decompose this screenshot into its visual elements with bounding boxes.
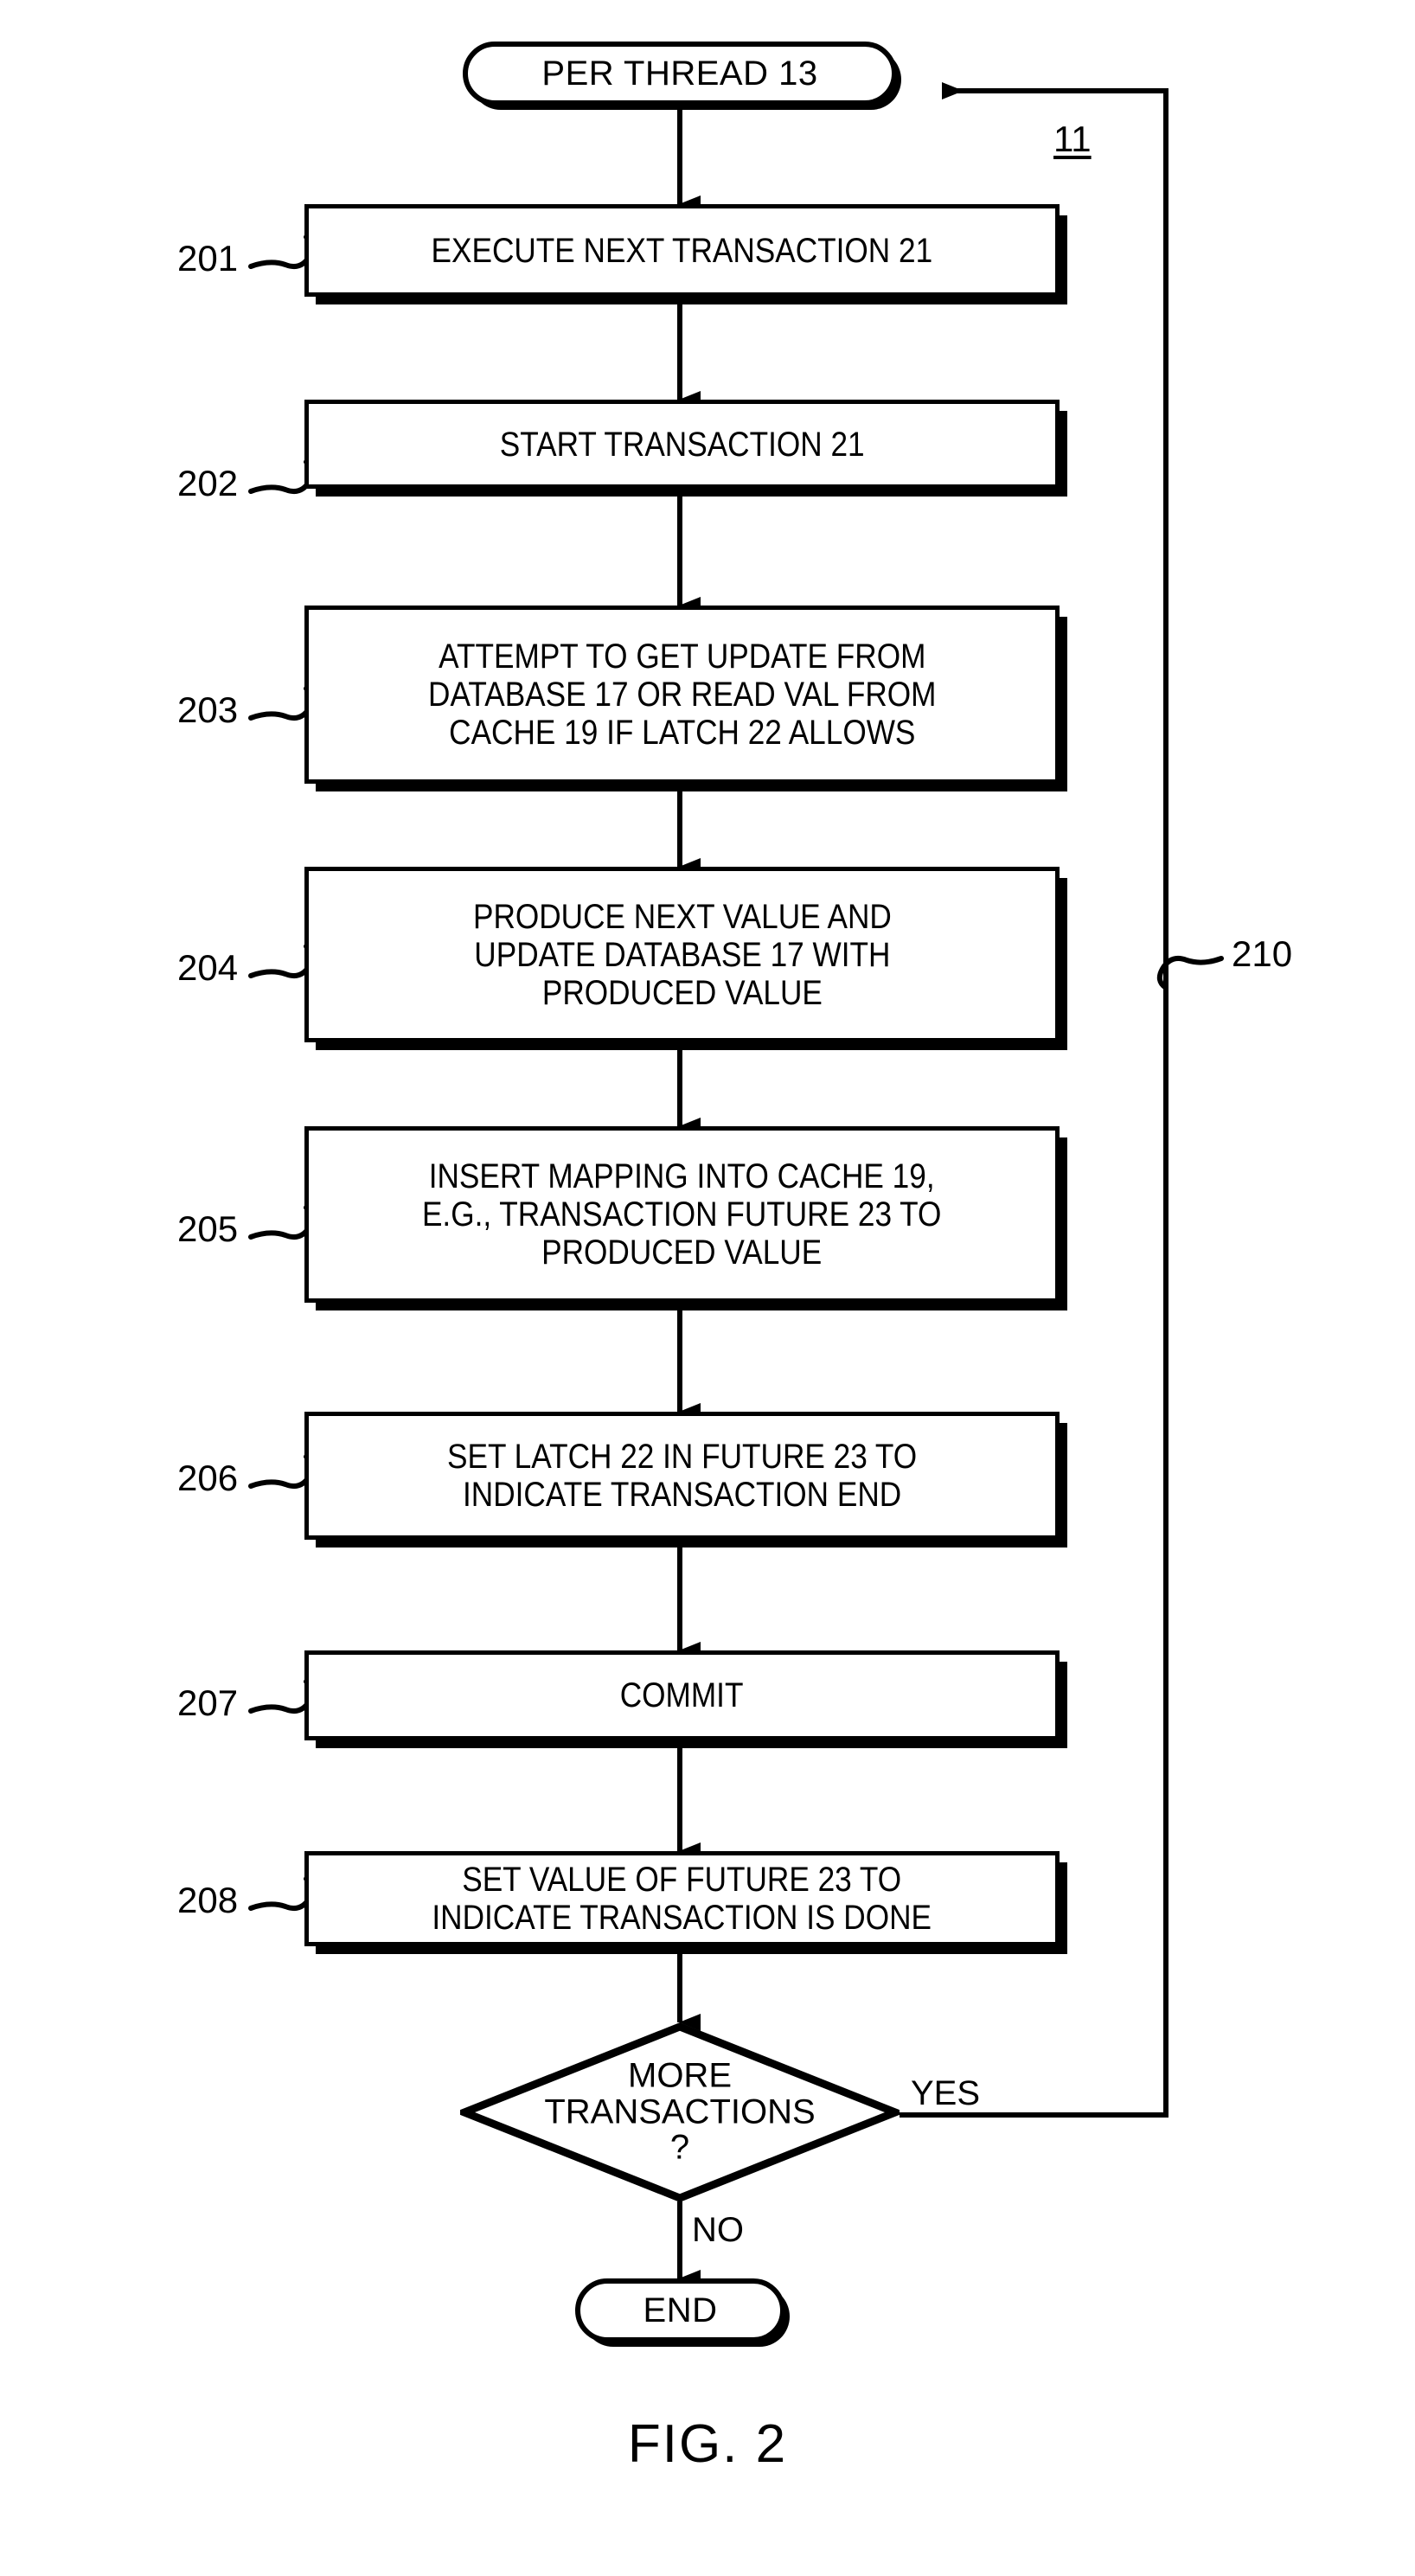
- process-box-203[interactable]: ATTEMPT TO GET UPDATE FROM DATABASE 17 O…: [304, 606, 1060, 784]
- ref-numeral-208: 208: [177, 1880, 239, 1920]
- leader-203: [248, 686, 316, 721]
- end-terminator-label: END: [643, 2291, 718, 2329]
- ref-numeral-201: 201: [177, 238, 239, 279]
- process-box-205[interactable]: INSERT MAPPING INTO CACHE 19, E.G., TRAN…: [304, 1126, 1060, 1303]
- leader-204: [248, 944, 316, 978]
- decision-label: MORE TRANSACTIONS ?: [544, 2056, 816, 2167]
- process-box-201[interactable]: EXECUTE NEXT TRANSACTION 21: [304, 204, 1060, 297]
- process-box-203-label: ATTEMPT TO GET UPDATE FROM DATABASE 17 O…: [427, 638, 937, 752]
- ref-numeral-207: 207: [177, 1682, 239, 1723]
- branch-label-yes: YES: [911, 2074, 981, 2112]
- process-box-207[interactable]: COMMIT: [304, 1650, 1060, 1740]
- leader-210: [1156, 956, 1224, 990]
- decision-more-transactions[interactable]: MORE TRANSACTIONS ?: [460, 2022, 900, 2202]
- start-terminator[interactable]: PER THREAD 13: [463, 42, 897, 106]
- process-box-202-label: START TRANSACTION 21: [499, 425, 865, 464]
- end-terminator[interactable]: END: [575, 2278, 785, 2342]
- leader-208: [248, 1876, 316, 1911]
- leader-201: [248, 234, 316, 269]
- leader-202: [248, 459, 316, 494]
- process-box-204[interactable]: PRODUCE NEXT VALUE AND UPDATE DATABASE 1…: [304, 867, 1060, 1042]
- patent-figure-2: PER THREAD 13 EXECUTE NEXT TRANSACTION 2…: [0, 0, 1415, 2576]
- start-terminator-label: PER THREAD 13: [541, 54, 818, 93]
- leader-207: [248, 1679, 316, 1714]
- loop-210-path: [900, 82, 1168, 2118]
- process-box-201-label: EXECUTE NEXT TRANSACTION 21: [431, 231, 933, 270]
- process-box-208[interactable]: SET VALUE OF FUTURE 23 TO INDICATE TRANS…: [304, 1851, 1060, 1946]
- process-box-208-label: SET VALUE OF FUTURE 23 TO INDICATE TRANS…: [432, 1861, 932, 1937]
- leader-206: [248, 1454, 316, 1489]
- process-box-207-label: COMMIT: [620, 1676, 744, 1714]
- branch-label-no: NO: [692, 2211, 744, 2249]
- figure-caption: FIG. 2: [627, 2414, 788, 2474]
- process-box-205-label: INSERT MAPPING INTO CACHE 19, E.G., TRAN…: [422, 1157, 942, 1272]
- process-box-206-label: SET LATCH 22 IN FUTURE 23 TO INDICATE TR…: [446, 1438, 918, 1514]
- ref-numeral-202: 202: [177, 463, 239, 503]
- ref-numeral-11: 11: [1053, 119, 1092, 159]
- process-box-206[interactable]: SET LATCH 22 IN FUTURE 23 TO INDICATE TR…: [304, 1412, 1060, 1540]
- ref-numeral-205: 205: [177, 1208, 239, 1249]
- process-box-204-label: PRODUCE NEXT VALUE AND UPDATE DATABASE 1…: [472, 897, 892, 1012]
- process-box-202[interactable]: START TRANSACTION 21: [304, 400, 1060, 489]
- ref-numeral-204: 204: [177, 947, 239, 988]
- ref-numeral-210: 210: [1232, 933, 1293, 974]
- ref-numeral-206: 206: [177, 1458, 239, 1498]
- leader-205: [248, 1205, 316, 1240]
- ref-numeral-203: 203: [177, 689, 239, 730]
